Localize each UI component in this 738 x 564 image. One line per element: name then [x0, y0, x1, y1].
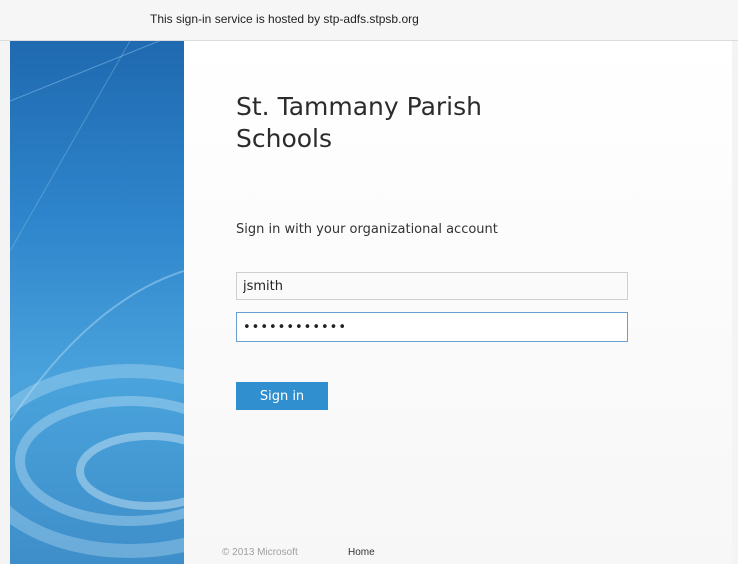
username-input[interactable]	[236, 272, 628, 300]
copyright-text: © 2013 Microsoft	[222, 547, 298, 558]
hosted-banner-bar: This sign-in service is hosted by stp-ad…	[0, 0, 738, 41]
hosted-banner-text: This sign-in service is hosted by stp-ad…	[150, 12, 419, 26]
home-link[interactable]: Home	[348, 547, 375, 558]
password-input[interactable]	[236, 312, 628, 342]
signin-content: St. Tammany Parish Schools Sign in with …	[184, 41, 732, 564]
sign-in-button[interactable]: Sign in	[236, 382, 328, 410]
signin-prompt: Sign in with your organizational account	[236, 222, 498, 237]
signin-frame: St. Tammany Parish Schools Sign in with …	[10, 41, 732, 564]
illustration-panel	[10, 41, 184, 564]
decorative-swirl-graphic	[10, 41, 184, 558]
organization-title: St. Tammany Parish Schools	[236, 92, 482, 153]
